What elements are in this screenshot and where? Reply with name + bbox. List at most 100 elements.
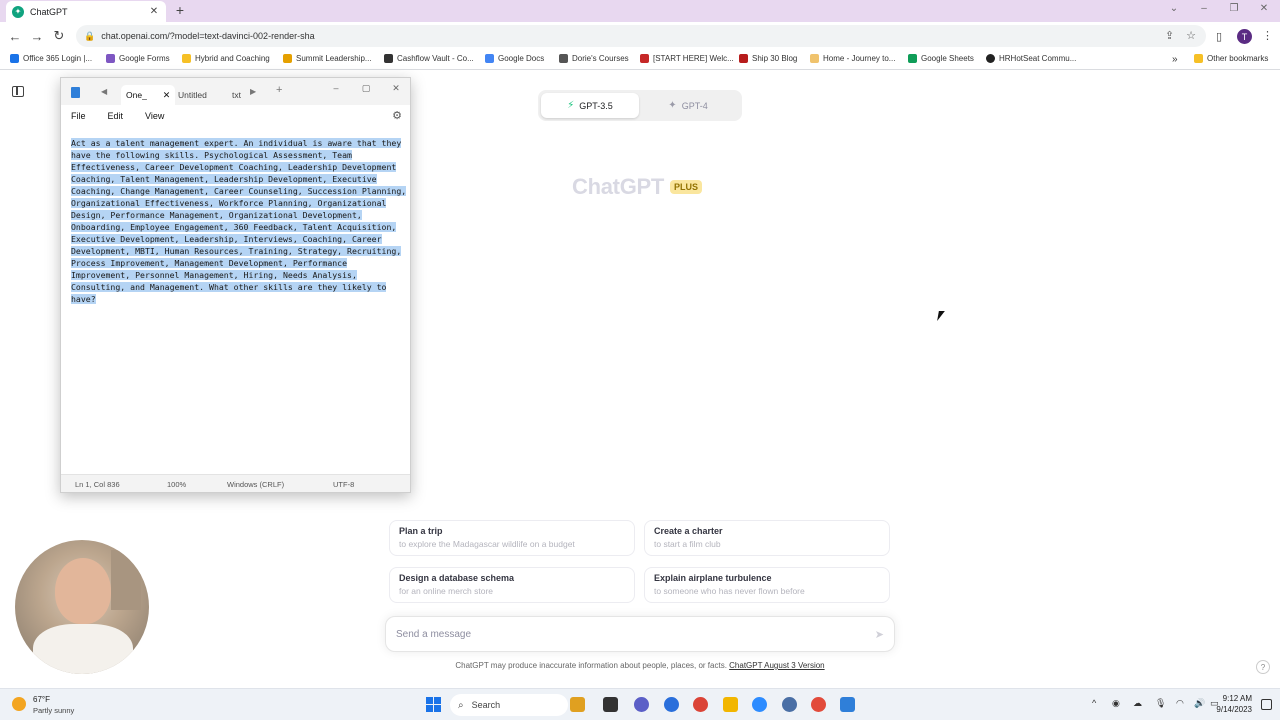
meet-icon[interactable]: ◉ (1112, 698, 1120, 709)
weather-temp[interactable]: 67°F (33, 695, 50, 704)
notepad-window: ◀ One_ ✕ Untitled txt ▶ + – ▢ ✕ File Edi… (60, 77, 411, 493)
reload-icon[interactable]: ↻ (48, 28, 70, 44)
edge-app-icon[interactable] (664, 697, 679, 712)
browser-menu-icon[interactable]: ⋮ (1262, 29, 1273, 42)
notepad-minimize-button[interactable]: – (329, 83, 343, 93)
bookmark-google-docs[interactable]: Google Docs (485, 54, 544, 63)
volume-icon[interactable]: 🔊 (1194, 698, 1205, 709)
profile-avatar[interactable]: T (1237, 29, 1252, 44)
model-switcher: ⚡ GPT-3.5 ✦ GPT-4 (538, 90, 742, 121)
url-text[interactable]: chat.openai.com/?model=text-davinci-002-… (101, 31, 314, 41)
close-tab-icon[interactable]: ✕ (148, 6, 160, 17)
onedrive-cloud-icon[interactable]: ☁ (1133, 698, 1142, 709)
bookmark-hrhotseat[interactable]: HRHotSeat Commu... (986, 54, 1076, 63)
selected-text[interactable]: Act as a talent management expert. An in… (71, 138, 407, 304)
chatgpt-favicon-icon: ✦ (12, 5, 24, 18)
windows-start-icon[interactable] (426, 697, 441, 712)
bookmark-journey[interactable]: Home - Journey to... (810, 54, 895, 63)
new-tab-plus-icon[interactable]: + (276, 84, 282, 96)
presenter-head (55, 558, 111, 624)
clock-time[interactable]: 9:12 AM (1223, 694, 1252, 703)
chrome-app-icon[interactable] (693, 697, 708, 712)
suggestion-airplane-turbulence[interactable]: Explain airplane turbulence to someone w… (644, 567, 890, 603)
bookmark-summit-leadership[interactable]: Summit Leadership... (283, 54, 372, 63)
notepad-text-area[interactable]: Act as a talent management expert. An in… (71, 137, 407, 305)
summit-icon (283, 54, 292, 63)
bookmark-google-forms[interactable]: Google Forms (106, 54, 170, 63)
version-link[interactable]: ChatGPT August 3 Version (729, 661, 824, 670)
suggestion-database-schema[interactable]: Design a database schema for an online m… (389, 567, 635, 603)
taskbar-search[interactable]: ⌕ Search (450, 694, 568, 716)
notepad-app-icon[interactable] (840, 697, 855, 712)
suggestion-plan-trip[interactable]: Plan a trip to explore the Madagascar wi… (389, 520, 635, 556)
bookmark-hybrid-coaching[interactable]: Hybrid and Coaching (182, 54, 270, 63)
teams-app-icon[interactable] (634, 697, 649, 712)
file-explorer-icon[interactable] (723, 697, 738, 712)
model-gpt35-button[interactable]: ⚡ GPT-3.5 (541, 93, 639, 118)
menu-file[interactable]: File (71, 111, 86, 121)
files-app-icon[interactable] (603, 697, 618, 712)
wifi-icon[interactable]: ◠ (1176, 698, 1184, 709)
bookmark-google-sheets[interactable]: Google Sheets (908, 54, 974, 63)
message-input[interactable] (396, 628, 875, 640)
notepad-titlebar: ◀ One_ ✕ Untitled txt ▶ + – ▢ ✕ (61, 78, 410, 105)
maximize-window-button[interactable]: ❐ (1224, 3, 1244, 14)
chevron-down-icon[interactable]: ⌄ (1164, 3, 1184, 14)
vault-icon (384, 54, 393, 63)
notification-icon[interactable] (1261, 699, 1272, 710)
settings-gear-icon[interactable] (782, 697, 797, 712)
notepad-maximize-button[interactable]: ▢ (359, 83, 373, 94)
address-bar[interactable]: 🔒 chat.openai.com/?model=text-davinci-00… (76, 25, 1206, 47)
bookmark-ship30[interactable]: Ship 30 Blog (739, 54, 797, 63)
zoom-level: 100% (167, 480, 187, 489)
notepad-tab-txt[interactable]: txt (227, 85, 246, 105)
menu-edit[interactable]: Edit (108, 111, 124, 121)
microphone-icon[interactable]: 🎙 (1155, 698, 1166, 709)
new-tab-button[interactable]: + (172, 2, 188, 18)
lock-icon: 🔒 (84, 30, 96, 41)
sheets-icon (908, 54, 917, 63)
tab-scroll-right-icon[interactable]: ▶ (250, 87, 256, 96)
bookmark-dories-courses[interactable]: Dorie's Courses (559, 54, 629, 63)
sidebar-toggle-icon[interactable] (12, 86, 24, 97)
bookmark-cashflow-vault[interactable]: Cashflow Vault - Co... (384, 54, 474, 63)
ship-icon (739, 54, 748, 63)
side-panel-icon[interactable]: ▯ (1216, 30, 1222, 43)
notepad-tab-active[interactable]: One_ ✕ (121, 85, 176, 105)
disclaimer: ChatGPT may produce inaccurate informati… (455, 661, 825, 670)
weather-sun-icon[interactable] (12, 697, 26, 711)
gear-icon[interactable]: ⚙ (392, 109, 402, 122)
tray-chevron-up-icon[interactable]: ^ (1092, 698, 1096, 708)
close-window-button[interactable]: ✕ (1254, 3, 1274, 14)
tab-scroll-left-icon[interactable]: ◀ (101, 87, 107, 96)
send-icon[interactable]: ➤ (875, 628, 884, 641)
forward-arrow-icon[interactable]: → (26, 29, 48, 44)
suggestion-create-charter[interactable]: Create a charter to start a film club (644, 520, 890, 556)
forms-icon (106, 54, 115, 63)
minimize-window-button[interactable]: – (1194, 3, 1214, 14)
help-button[interactable]: ? (1256, 660, 1270, 674)
briefcase-app-icon[interactable] (570, 697, 585, 712)
weather-desc[interactable]: Partly sunny (33, 706, 74, 715)
start-icon (640, 54, 649, 63)
home-icon (810, 54, 819, 63)
bookmark-star-icon[interactable]: ☆ (1186, 29, 1196, 42)
folder-icon (1194, 54, 1203, 63)
windows-taskbar: 67°F Partly sunny ⌕ Search ^ ◉ ☁ 🎙 ◠ 🔊 ▭… (0, 688, 1280, 720)
notepad-close-button[interactable]: ✕ (389, 83, 403, 94)
back-arrow-icon[interactable]: ← (4, 29, 26, 44)
notepad-tab-untitled[interactable]: Untitled (173, 85, 212, 105)
browser-tab-chatgpt[interactable]: ✦ ChatGPT ✕ (6, 1, 166, 22)
bookmark-start-here[interactable]: [START HERE] Welc... (640, 54, 734, 63)
share-icon[interactable]: ⇪ (1165, 29, 1174, 42)
bookmark-other[interactable]: Other bookmarks (1194, 54, 1268, 63)
zoom-app-icon[interactable] (752, 697, 767, 712)
model-gpt4-button[interactable]: ✦ GPT-4 (639, 93, 737, 118)
menu-view[interactable]: View (145, 111, 164, 121)
close-tab-icon[interactable]: ✕ (163, 90, 171, 101)
clock-date[interactable]: 9/14/2023 (1216, 705, 1252, 714)
bookmark-office365[interactable]: Office 365 Login |... (10, 54, 92, 63)
more-bookmarks-chevron-icon[interactable]: » (1172, 54, 1178, 65)
plus-badge: PLUS (670, 180, 703, 194)
chrome-profile-app-icon[interactable] (811, 697, 826, 712)
